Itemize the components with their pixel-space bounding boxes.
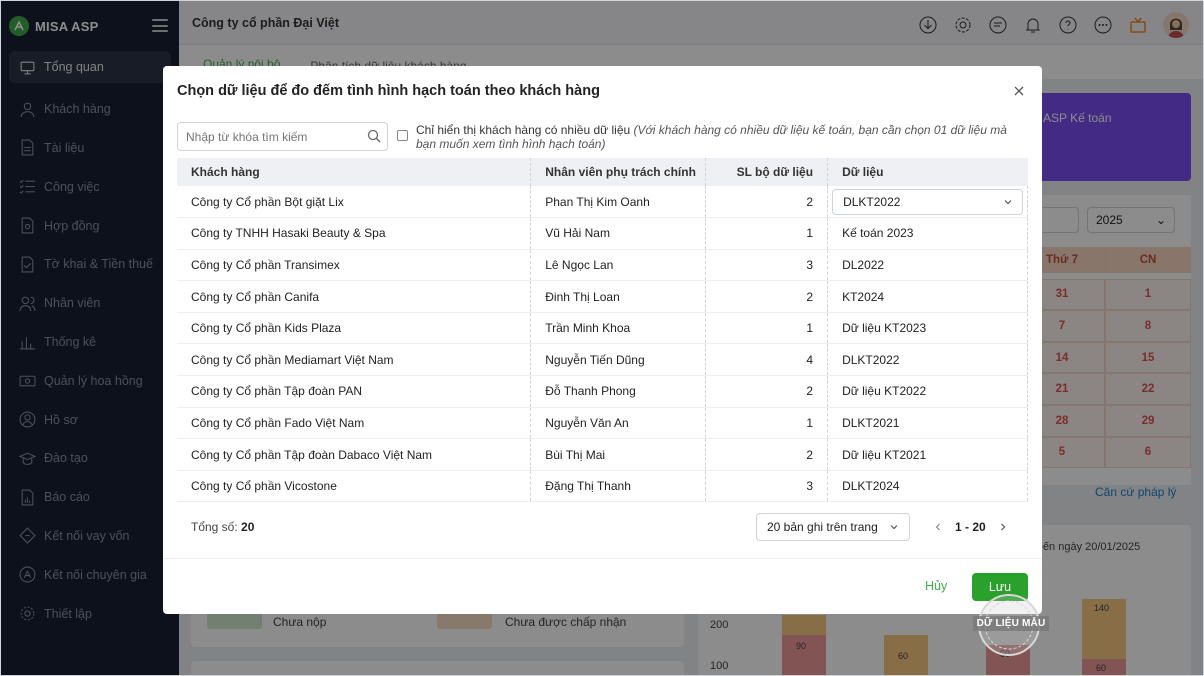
multi-data-label[interactable]: Chỉ hiển thị khách hàng có nhiều dữ liệu… — [416, 123, 1016, 151]
column-data[interactable]: Dữ liệu — [827, 158, 1028, 186]
chevron-right-icon[interactable] — [998, 522, 1008, 532]
app-window: MISA ASP Tổng quan Khách hàng Tài liệu C… — [0, 0, 1204, 676]
table-row[interactable]: Công ty Cổ phần Fado Việt Nam Nguyễn Văn … — [177, 407, 1028, 440]
pagination: 1 - 20 — [933, 520, 1008, 534]
cell-count: 2 — [705, 186, 829, 219]
total-count: Tổng số: 20 — [191, 520, 254, 534]
cell-staff: Phan Thị Kim Oanh — [530, 186, 707, 219]
table-row[interactable]: Công ty Cổ phần Tập đoàn Dabaco Việt Nam… — [177, 438, 1028, 471]
close-icon[interactable] — [1012, 84, 1026, 98]
dialog-title: Chọn dữ liệu để đo đếm tình hình hạch to… — [177, 83, 600, 99]
cell-data: Dữ liệu KT2021 — [827, 438, 1028, 471]
cell-data: Dữ liệu KT2023 — [827, 312, 1028, 345]
cell-customer: Công ty Cổ phần Tập đoàn PAN — [177, 375, 532, 408]
cell-customer: Công ty Cổ phần Transimex — [177, 249, 532, 282]
cell-count: 2 — [705, 438, 829, 471]
table-row[interactable]: Công ty Cổ phần Tập đoàn PAN Đỗ Thanh Pho… — [177, 375, 1028, 408]
cell-count: 1 — [705, 312, 829, 345]
cell-customer: Công ty TNHH Hasaki Beauty & Spa — [177, 217, 532, 250]
chevron-down-icon — [1004, 199, 1012, 204]
cell-data: DLKT2021 — [827, 407, 1028, 440]
page-range: 1 - 20 — [955, 520, 986, 534]
total-value: 20 — [241, 520, 255, 534]
cell-data: Dữ liệu KT2022 — [827, 375, 1028, 408]
cell-staff: Bùi Thị Mai — [530, 438, 707, 471]
cell-data: Kế toán 2023 — [827, 217, 1028, 250]
cell-count: 1 — [705, 217, 829, 250]
cell-count: 1 — [705, 407, 829, 440]
chevron-left-icon[interactable] — [933, 522, 943, 532]
cell-count: 3 — [705, 249, 829, 282]
cell-staff: Lê Ngọc Lan — [530, 249, 707, 282]
cell-staff: Nguyễn Tiến Dũng — [530, 343, 707, 377]
table-row[interactable]: Công ty Cổ phần Bột giặt Lix Phan Thị Ki… — [177, 186, 1028, 219]
data-select-value: DLKT2022 — [843, 194, 901, 209]
cell-data: KT2024 — [827, 280, 1028, 313]
column-staff[interactable]: Nhân viên phụ trách chính — [530, 158, 707, 186]
cell-data: DLKT2022 — [827, 186, 1028, 219]
table-row[interactable]: Công ty TNHH Hasaki Beauty & Spa Vũ Hải N… — [177, 217, 1028, 250]
cell-data: DLKT2022 — [827, 343, 1028, 377]
page-size-value: 20 bản ghi trên trang — [767, 520, 878, 534]
cell-staff: Trần Minh Khoa — [530, 312, 707, 345]
search-icon[interactable] — [367, 129, 381, 143]
cell-customer: Công ty Cổ phần Mediamart Việt Nam — [177, 343, 532, 377]
cell-customer: Công ty Cổ phần Bột giặt Lix — [177, 186, 532, 219]
cell-count: 4 — [705, 343, 829, 377]
sample-data-stamp: DỮ LIỆU MẪU — [973, 592, 1049, 658]
table-header-row: Khách hàng Nhân viên phụ trách chính SL … — [177, 158, 1028, 186]
cell-staff: Nguyễn Văn An — [530, 407, 707, 440]
table-row[interactable]: Công ty Cổ phần Transimex Lê Ngọc Lan 3 DL2… — [177, 249, 1028, 282]
column-customer[interactable]: Khách hàng — [177, 158, 532, 186]
cell-customer: Công ty Cổ phần Vicostone — [177, 470, 532, 503]
cell-data: DL2022 — [827, 249, 1028, 282]
cancel-button[interactable]: Hủy — [925, 579, 947, 593]
page-size-select[interactable]: 20 bản ghi trên trang — [756, 513, 910, 541]
checkbox-label-text: Chỉ hiển thị khách hàng có nhiều dữ liệu — [416, 123, 631, 137]
multi-data-checkbox[interactable] — [397, 130, 408, 141]
dialog-footer-divider — [163, 558, 1042, 559]
table-row[interactable]: Công ty Cổ phần Canifa Đinh Thị Loan 2 KT20… — [177, 280, 1028, 313]
cell-customer: Công ty Cổ phần Tập đoàn Dabaco Việt Nam — [177, 438, 532, 471]
stamp-text: DỮ LIỆU MẪU — [973, 616, 1049, 631]
cell-staff: Vũ Hải Nam — [530, 217, 707, 250]
search-input[interactable] — [177, 122, 388, 151]
cell-count: 3 — [705, 470, 829, 503]
cell-customer: Công ty Cổ phần Fado Việt Nam — [177, 407, 532, 440]
data-select[interactable]: DLKT2022 — [832, 188, 1023, 215]
table-row[interactable]: Công ty Cổ phần Mediamart Việt Nam Nguyễn… — [177, 343, 1028, 377]
cell-customer: Công ty Cổ phần Kids Plaza — [177, 312, 532, 345]
cell-customer: Công ty Cổ phần Canifa — [177, 280, 532, 313]
select-data-dialog: Chọn dữ liệu để đo đếm tình hình hạch to… — [163, 66, 1042, 614]
total-label: Tổng số: — [191, 520, 238, 534]
cell-count: 2 — [705, 375, 829, 408]
column-dataset-count[interactable]: SL bộ dữ liệu — [705, 158, 829, 186]
table-row[interactable]: Công ty Cổ phần Kids Plaza Trần Minh Khoa… — [177, 312, 1028, 345]
cell-staff: Đỗ Thanh Phong — [530, 375, 707, 408]
cell-staff: Đặng Thị Thanh — [530, 470, 707, 503]
cell-count: 2 — [705, 280, 829, 313]
chevron-down-icon — [890, 525, 898, 530]
customer-data-table: Khách hàng Nhân viên phụ trách chính SL … — [177, 158, 1028, 503]
table-row[interactable]: Công ty Cổ phần Vicostone Đặng Thị Thanh 3… — [177, 470, 1028, 503]
cell-staff: Đinh Thị Loan — [530, 280, 707, 313]
cell-data: DLKT2024 — [827, 470, 1028, 503]
